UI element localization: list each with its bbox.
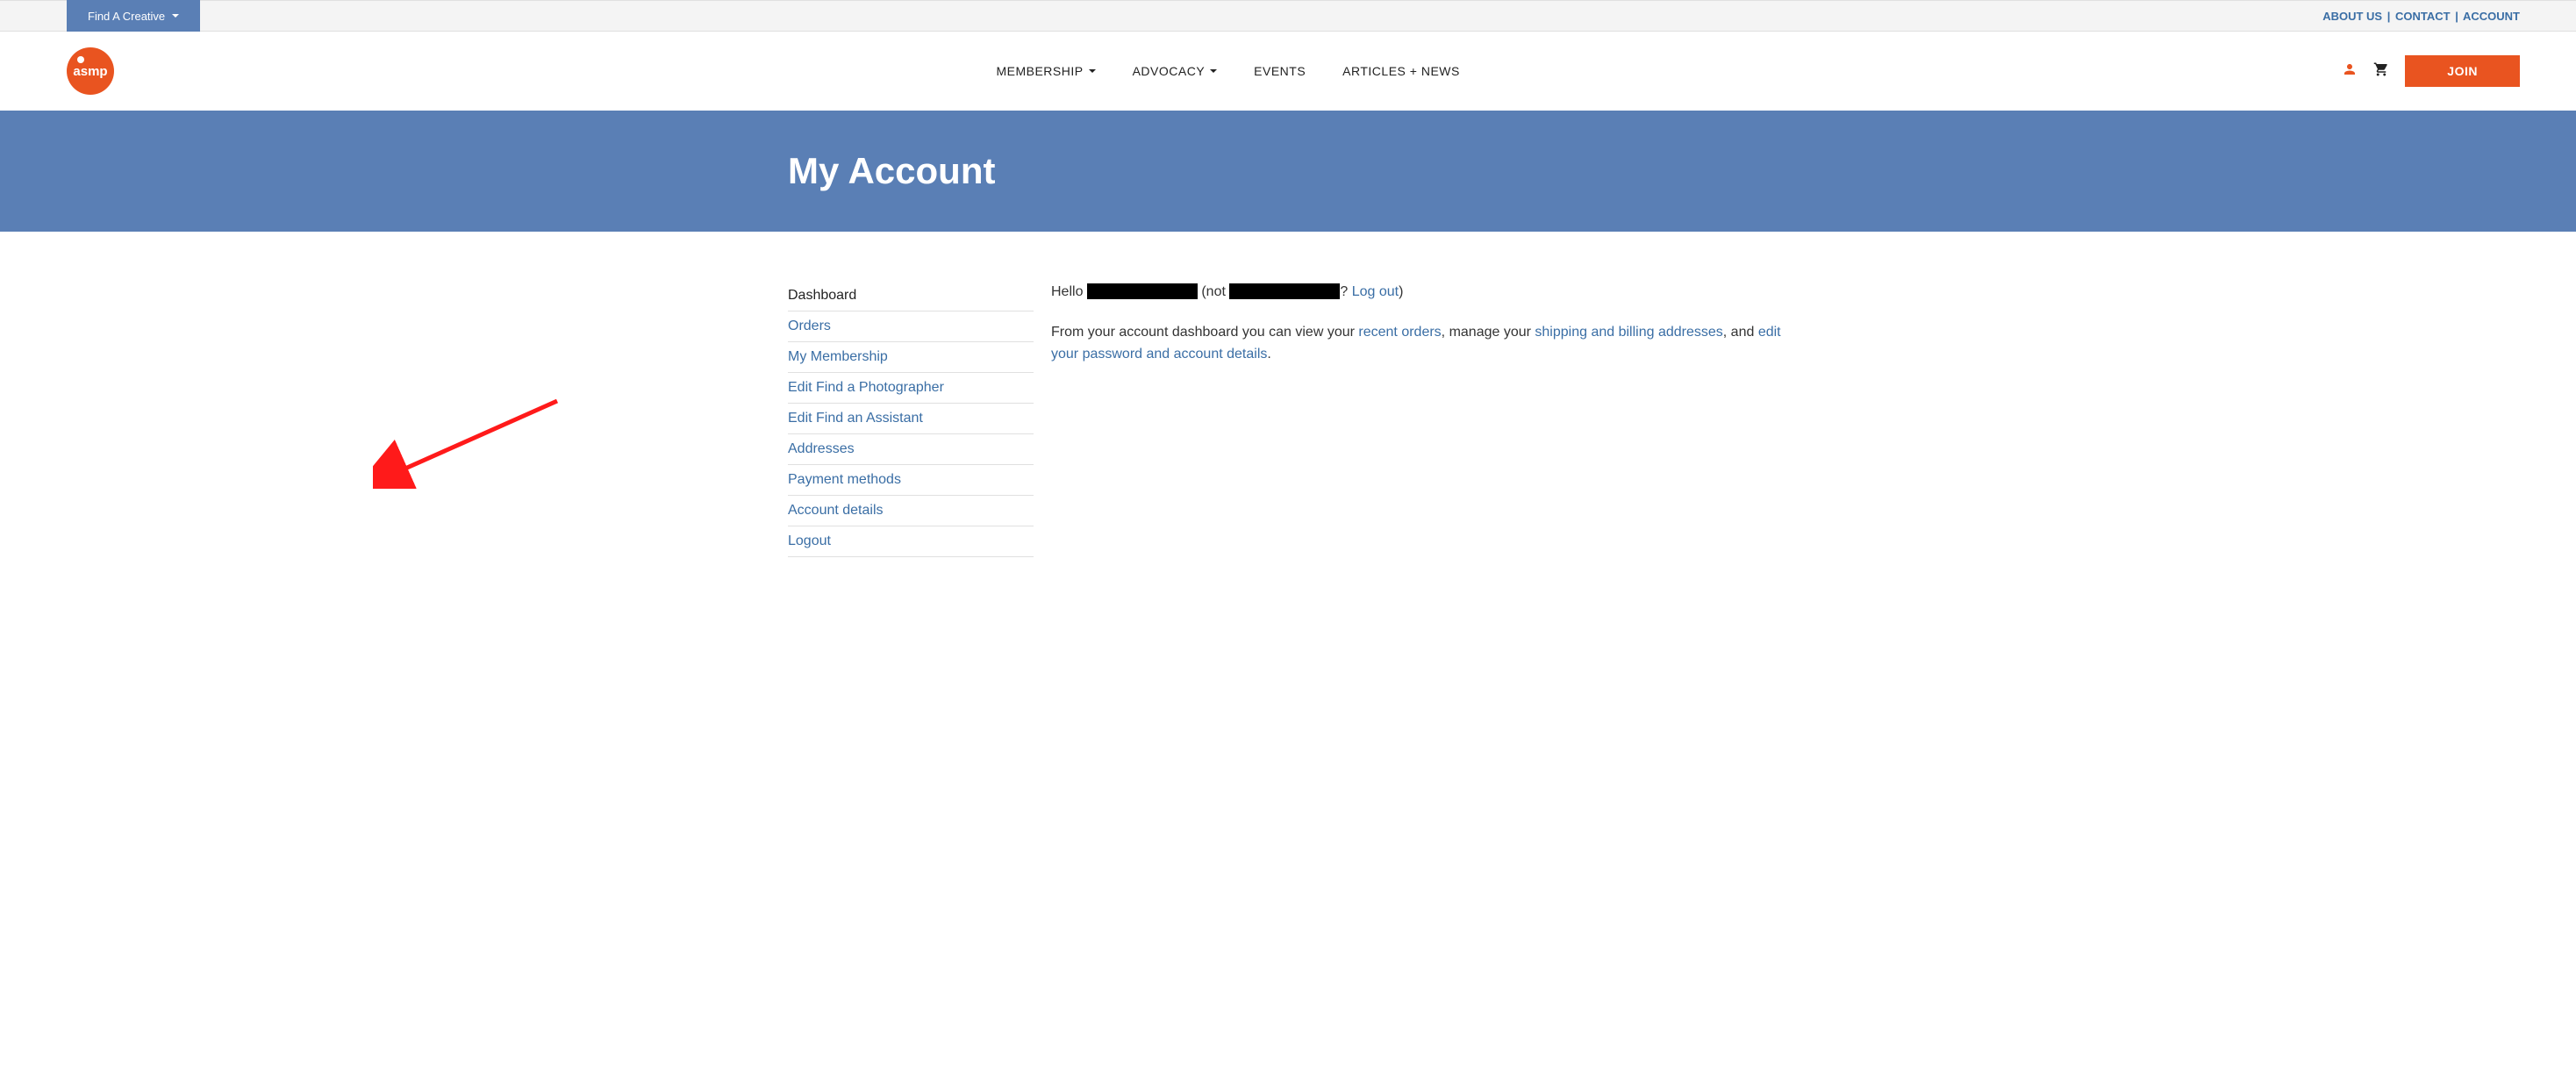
nav-events-label: EVENTS (1254, 64, 1306, 78)
nav-advocacy-label: ADVOCACY (1133, 64, 1206, 78)
recent-orders-link[interactable]: recent orders (1358, 325, 1441, 340)
account-link[interactable]: ACCOUNT (2463, 10, 2520, 23)
greeting-hello: Hello (1051, 284, 1087, 299)
sidebar-item-my-membership[interactable]: My Membership (788, 342, 1034, 373)
about-us-link[interactable]: ABOUT US (2322, 10, 2382, 23)
sidebar-item-dashboard[interactable]: Dashboard (788, 281, 1034, 311)
top-right-links: ABOUT US | CONTACT | ACCOUNT (2322, 10, 2576, 23)
join-label: JOIN (2447, 64, 2478, 78)
asmp-logo[interactable]: asmp (67, 47, 114, 95)
sidebar-item-logout[interactable]: Logout (788, 526, 1034, 557)
sidebar-item-addresses[interactable]: Addresses (788, 434, 1034, 465)
cart-icon[interactable] (2373, 61, 2389, 82)
greeting-close: ) (1399, 284, 1403, 299)
nav-advocacy[interactable]: ADVOCACY (1133, 64, 1218, 78)
separator: | (2387, 10, 2391, 23)
nav-events[interactable]: EVENTS (1254, 64, 1306, 78)
page-title: My Account (770, 150, 1806, 192)
nav-articles-label: ARTICLES + NEWS (1342, 64, 1460, 78)
logout-link[interactable]: Log out (1352, 284, 1399, 299)
join-button[interactable]: JOIN (2405, 55, 2520, 87)
sidebar-item-edit-find-assistant[interactable]: Edit Find an Assistant (788, 404, 1034, 434)
redacted-name2 (1229, 283, 1340, 299)
find-a-creative-button[interactable]: Find A Creative (67, 0, 200, 32)
arrow-annotation (373, 392, 566, 489)
hero-banner: My Account (0, 111, 2576, 232)
sidebar-item-account-details[interactable]: Account details (788, 496, 1034, 526)
separator: | (2455, 10, 2458, 23)
nav-articles-news[interactable]: ARTICLES + NEWS (1342, 64, 1460, 78)
greeting-not-suffix: ? (1340, 284, 1351, 299)
account-sidebar: Dashboard Orders My Membership Edit Find… (788, 281, 1034, 557)
logo-text: asmp (73, 64, 107, 79)
sidebar-item-edit-find-photographer[interactable]: Edit Find a Photographer (788, 373, 1034, 404)
intro-prefix: From your account dashboard you can view… (1051, 325, 1358, 340)
person-icon[interactable] (2342, 61, 2358, 82)
dashboard-intro: From your account dashboard you can view… (1051, 321, 1788, 366)
logo-dot (77, 56, 84, 63)
caret-down-icon (172, 14, 179, 18)
intro-period: . (1267, 347, 1270, 362)
sidebar-item-orders[interactable]: Orders (788, 311, 1034, 342)
nav-membership[interactable]: MEMBERSHIP (996, 64, 1095, 78)
contact-link[interactable]: CONTACT (2395, 10, 2451, 23)
intro-and: , and (1723, 325, 1758, 340)
greeting-line: Hello (not ? Log out) (1051, 281, 1788, 304)
greeting-not-prefix: (not (1198, 284, 1229, 299)
intro-mid: , manage your (1442, 325, 1535, 340)
caret-down-icon (1210, 69, 1217, 73)
caret-down-icon (1089, 69, 1096, 73)
dashboard-content: Hello (not ? Log out) From your account … (1051, 281, 1788, 557)
find-a-creative-label: Find A Creative (88, 10, 165, 23)
sidebar-item-payment-methods[interactable]: Payment methods (788, 465, 1034, 496)
addresses-link[interactable]: shipping and billing addresses (1535, 325, 1722, 340)
redacted-name (1087, 283, 1198, 299)
nav-membership-label: MEMBERSHIP (996, 64, 1083, 78)
